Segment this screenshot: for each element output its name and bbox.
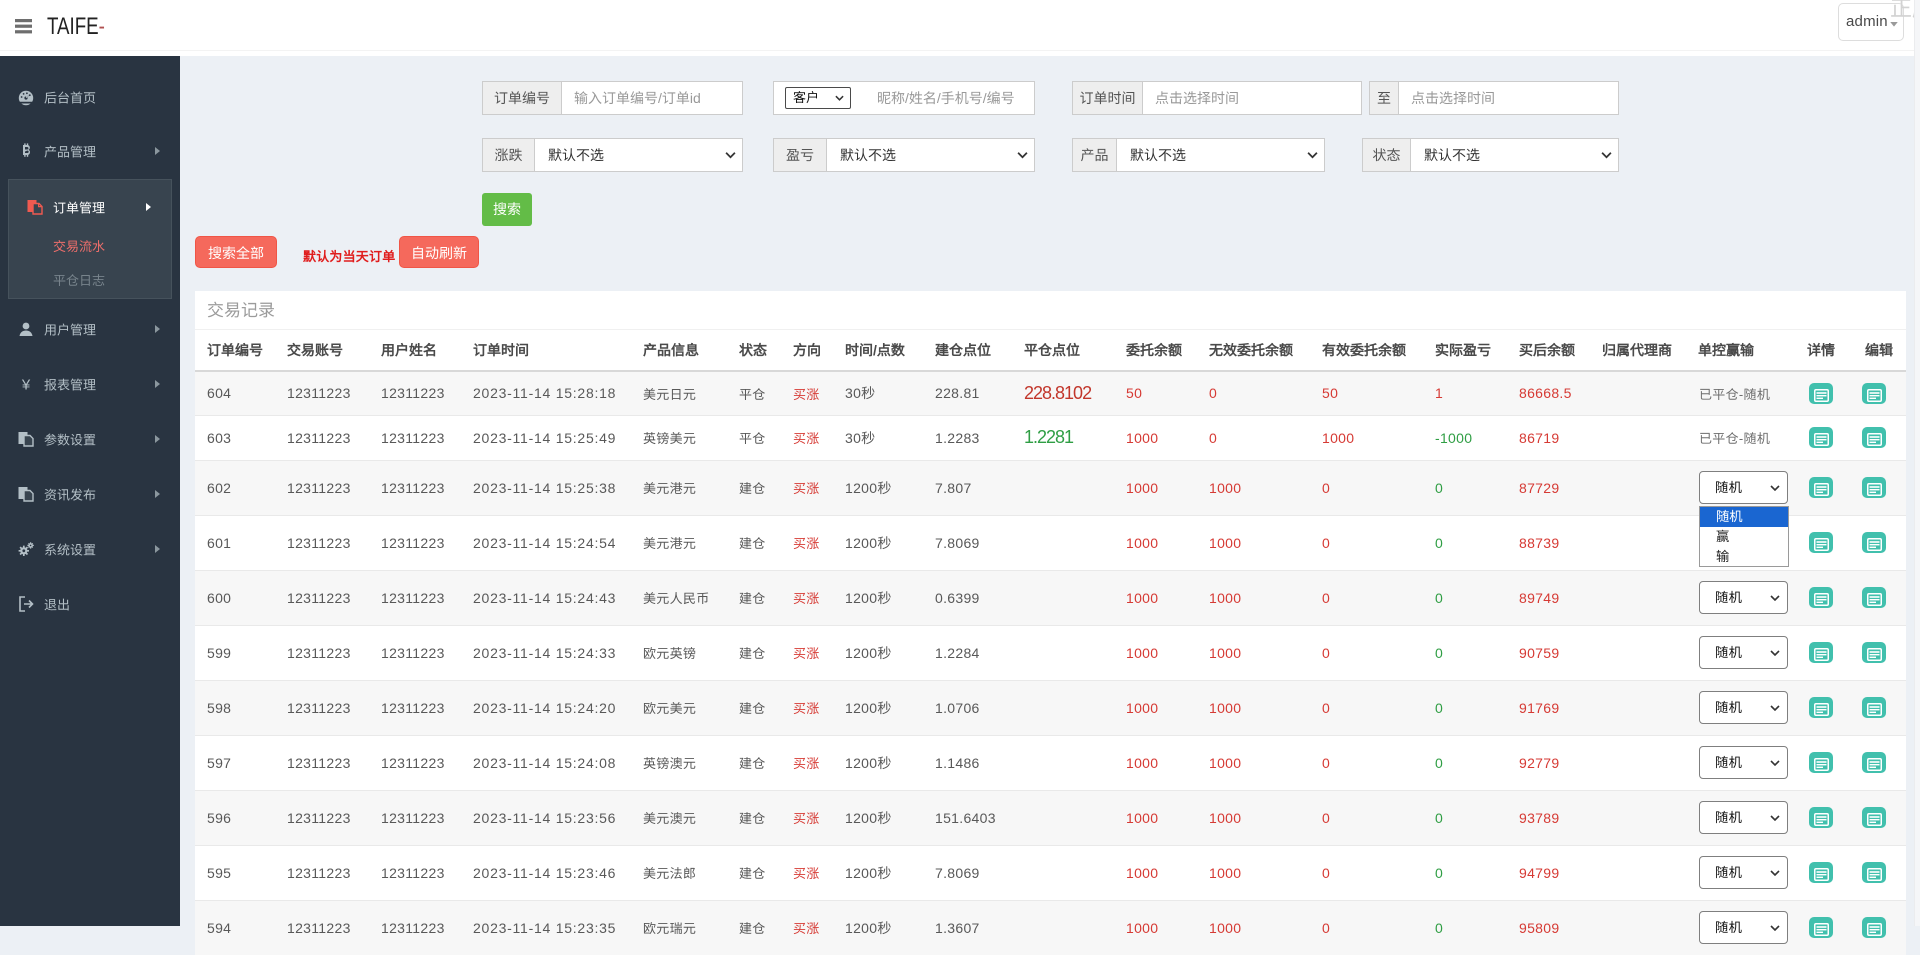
svg-text:¥: ¥ bbox=[21, 377, 31, 394]
